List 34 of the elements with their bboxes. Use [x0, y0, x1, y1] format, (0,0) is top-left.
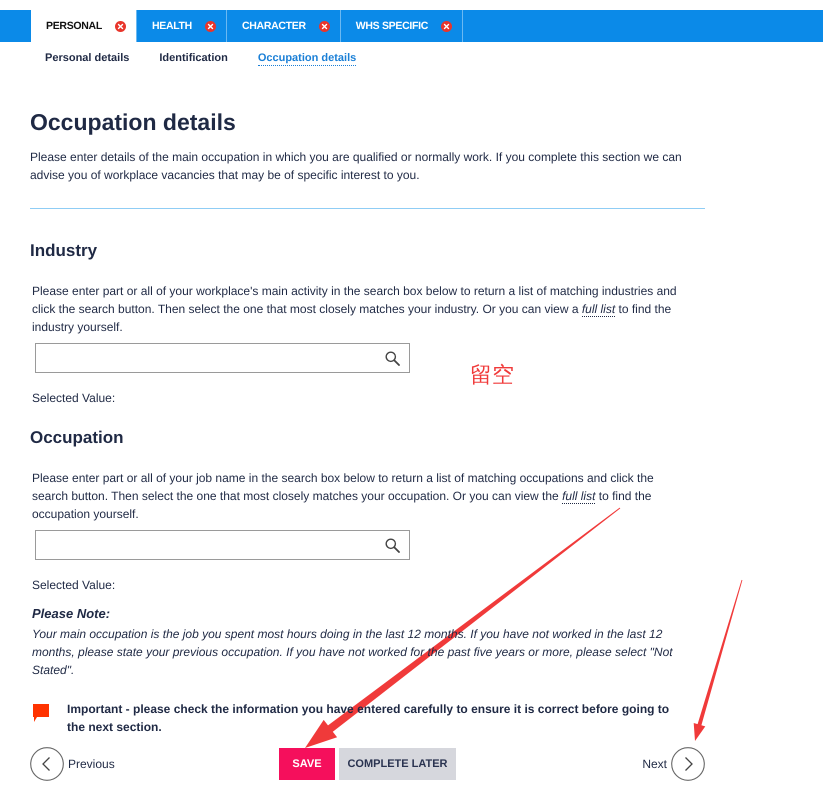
- save-button[interactable]: SAVE: [279, 748, 335, 780]
- subnav-link[interactable]: Identification: [159, 51, 228, 65]
- search-icon[interactable]: [385, 538, 400, 552]
- full-list-link[interactable]: full list: [562, 489, 596, 504]
- next-button[interactable]: Next: [642, 747, 705, 781]
- tab[interactable]: PERSONAL: [31, 10, 137, 42]
- subnav-link[interactable]: Occupation details: [258, 50, 356, 66]
- full-list-link[interactable]: full list: [582, 302, 616, 317]
- tab[interactable]: CHARACTER: [226, 10, 341, 42]
- instructions-text: Please enter part or all of your workplace's main activity in the search box below to return a list of matching industries and click the search button. Then select the one that most closely matches your industry. Or you can view a full list to find the industry yourself.: [31, 283, 678, 336]
- previous-button[interactable]: Previous: [30, 747, 115, 781]
- section-heading: Occupation: [30, 427, 125, 449]
- annotation-text: 留空: [470, 363, 514, 389]
- x-circle-icon: [441, 20, 452, 32]
- search-field[interactable]: [35, 530, 410, 560]
- search-field[interactable]: [35, 343, 410, 373]
- complete-later-button[interactable]: COMPLETE LATER: [339, 748, 456, 780]
- chevron-right-icon: [671, 747, 705, 781]
- search-icon[interactable]: [385, 350, 400, 366]
- page-title: Occupation details: [30, 108, 237, 136]
- chevron-left-icon: [30, 747, 64, 781]
- speech-bubble-icon: [33, 704, 49, 722]
- section-heading: Industry: [30, 240, 98, 262]
- subnav-link[interactable]: Personal details: [45, 51, 130, 65]
- selected-value-label: Selected Value:: [31, 390, 116, 407]
- tab[interactable]: HEALTH: [136, 10, 227, 42]
- selected-value-label: Selected Value:: [31, 577, 116, 594]
- x-circle-icon: [318, 20, 330, 32]
- note-title: Please Note:: [32, 605, 112, 623]
- instructions-text: Please enter part or all of your job name in the search box below to return a list of matching occupations and click the search button. Then select the one that most closely matches your occupation. Or you can view the full list to find the occupation yourself.: [31, 470, 655, 523]
- x-circle-icon: [204, 20, 216, 32]
- x-circle-icon: [114, 20, 126, 32]
- intro-text: Please enter details of the main occupation in which you are qualified or normally work. If you complete this section we can advise you of workplace vacancies that may be of specific interest to you.: [30, 149, 683, 184]
- tab[interactable]: WHS SPECIFIC: [340, 10, 464, 42]
